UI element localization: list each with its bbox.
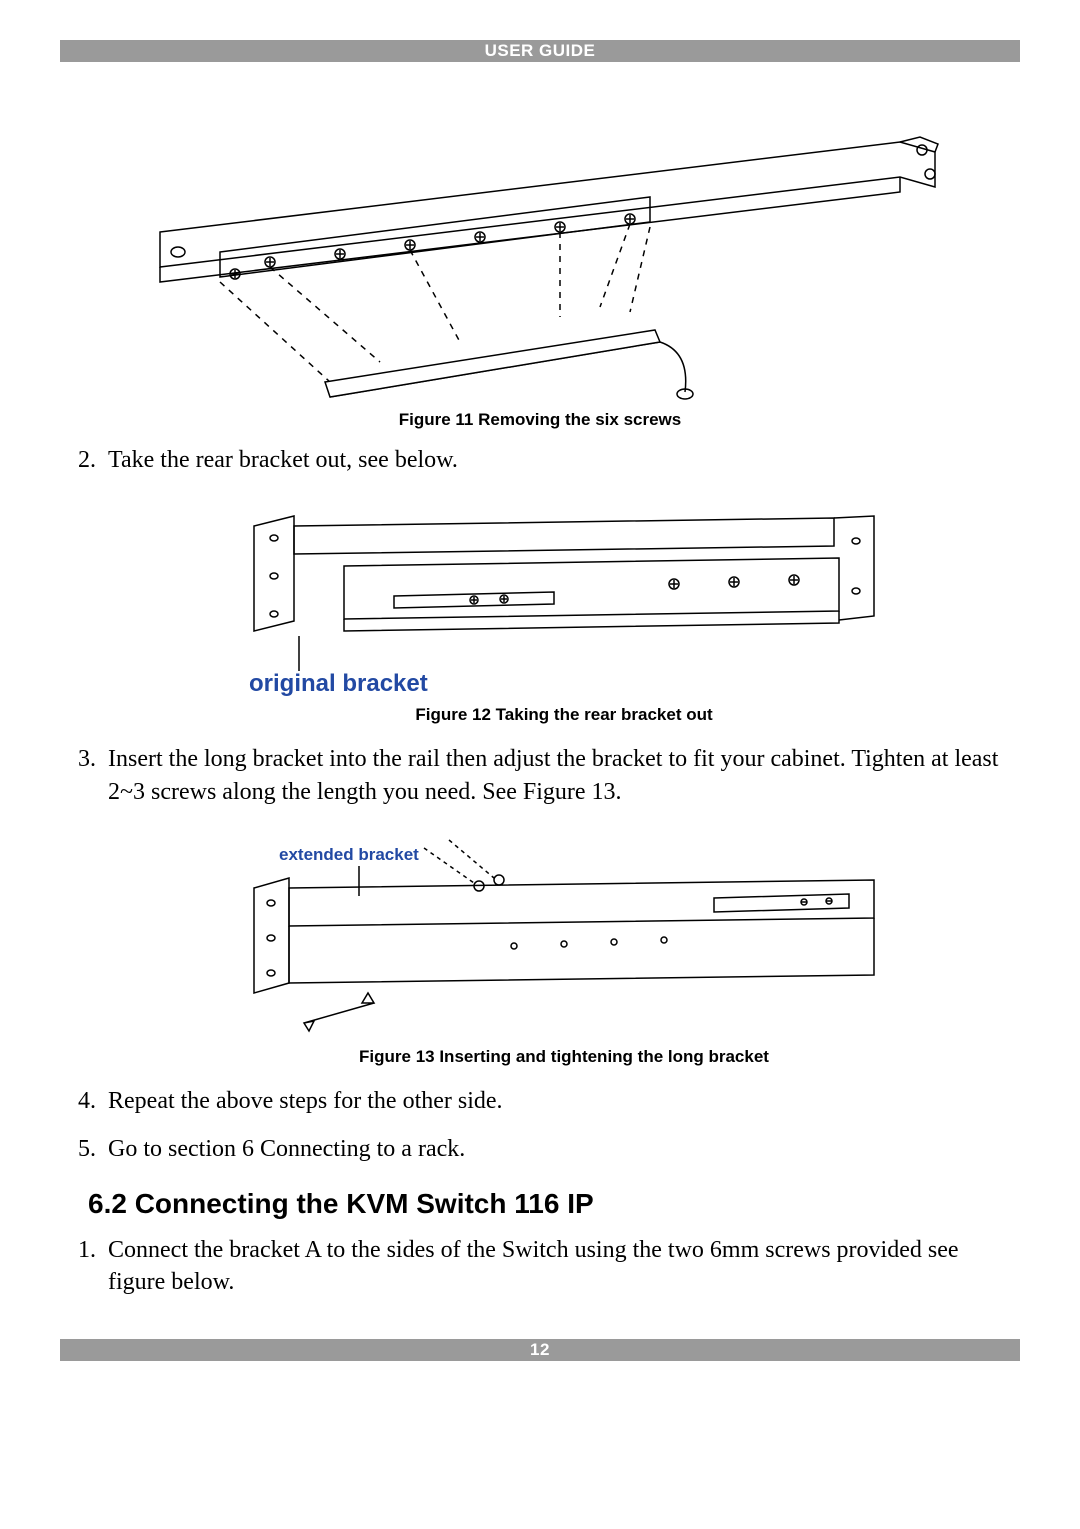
step-3-text: Insert the long bracket into the rail th… [108,746,998,804]
step-4: Repeat the above steps for the other sid… [102,1085,1020,1117]
figure-13-diagram: extended bracket [244,828,884,1038]
step-3: Insert the long bracket into the rail th… [102,743,1020,1069]
figure-11-caption: Figure 11 Removing the six screws [60,410,1020,430]
footer-bar: 12 [60,1339,1020,1361]
step-2-text: Take the rear bracket out, see below. [108,447,458,473]
page-number: 12 [530,1340,550,1359]
step-4-text: Repeat the above steps for the other sid… [108,1088,503,1114]
step-5-text: Go to section 6 Connecting to a rack. [108,1136,465,1162]
figure-13-annotation: extended bracket [279,845,419,864]
figure-13-caption: Figure 13 Inserting and tightening the l… [108,1046,1020,1069]
figure-12-annotation: original bracket [249,670,428,696]
figure-11 [60,82,1020,402]
header-bar: USER GUIDE [60,40,1020,62]
page: USER GUIDE [0,0,1080,1391]
step-b1-text: Connect the bracket A to the sides of th… [108,1237,959,1295]
step-5: Go to section 6 Connecting to a rack. [102,1133,1020,1165]
figure-13: extended bracket [108,828,1020,1038]
figure-12-caption: Figure 12 Taking the rear bracket out [108,704,1020,727]
figure-12-diagram: original bracket [244,496,884,696]
header-label: USER GUIDE [485,41,596,60]
steps-list-b: Connect the bracket A to the sides of th… [60,1234,1020,1299]
section-heading: 6.2 Connecting the KVM Switch 116 IP [88,1188,1020,1220]
step-2: Take the rear bracket out, see below. [102,444,1020,727]
steps-list-a: Take the rear bracket out, see below. [60,444,1020,1166]
step-b1: Connect the bracket A to the sides of th… [102,1234,1020,1299]
figure-12: original bracket [108,496,1020,696]
figure-11-diagram [130,82,950,402]
